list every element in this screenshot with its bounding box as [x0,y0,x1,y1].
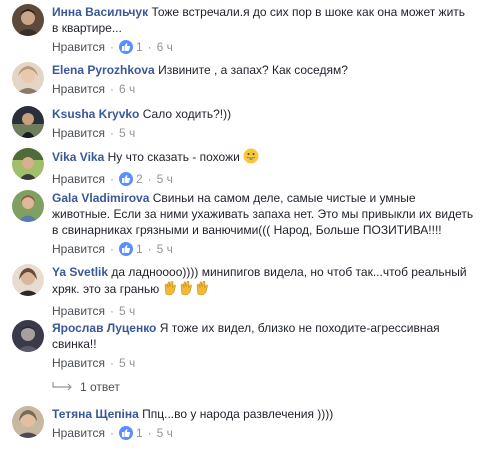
comment-author[interactable]: Тетяна Щепіна [52,407,139,421]
thumbs-up-icon[interactable] [118,172,133,186]
avatar[interactable] [12,190,44,222]
comment-time[interactable]: 6 ч [157,39,173,55]
reply-arrow-icon [52,382,72,391]
like-button[interactable]: Нравится [52,171,105,187]
like-count[interactable]: 1 [136,241,143,257]
comment-text: Я тоже их видел, близко не походите-агре… [159,321,440,335]
comment-actions: Нравится · 6 ч [52,81,481,97]
comment-actions: Нравится · 2 · 5 ч [52,171,481,187]
avatar[interactable] [12,4,44,36]
avatar-photo-icon [12,320,44,352]
avatar-photo-icon [12,62,44,94]
like-button[interactable]: Нравится [52,81,105,97]
comment-actions: Нравится · 1 · 6 ч [52,39,481,55]
avatar[interactable] [12,406,44,438]
comment-time[interactable]: 5 ч [119,303,135,319]
avatar[interactable] [12,264,44,296]
like-button[interactable]: Нравится [52,39,105,55]
avatar-photo-icon [12,148,44,180]
avatar-photo-icon [12,264,44,296]
clapping-hands-emoji-icon [163,280,211,300]
comment-time[interactable]: 5 ч [157,425,173,441]
avatar[interactable] [12,320,44,352]
comment-text: Ппц...во у народа развлечения )))) [142,407,334,421]
comment-author[interactable]: Elena Pyrozhkova [52,63,155,77]
avatar[interactable] [12,106,44,138]
comment-text: да ладноооо)))) минипигов видела, но что… [111,265,467,279]
comment-actions: Нравится · 1 · 5 ч [52,425,481,441]
comment-author[interactable]: Ksusha Kryvko [52,107,139,121]
separator: · [109,304,114,318]
comment-text: Сало ходить?!)) [142,107,232,121]
separator: · [109,172,114,186]
comment-author[interactable]: Инна Васильчук [52,5,148,19]
comment-text: Ну что сказать - похожи [107,150,240,164]
like-count[interactable]: 2 [136,171,143,187]
reply-count-label[interactable]: 1 ответ [80,380,120,394]
separator: · [109,82,114,96]
like-button[interactable]: Нравится [52,355,105,371]
separator: · [147,40,152,54]
avatar-photo-icon [12,4,44,36]
comment-text: Свиньи на самом деле, самые чистые и умн… [152,191,416,205]
comment-actions: Нравится · 5 ч [52,125,481,141]
thumbs-up-icon[interactable] [118,426,133,440]
comment-time[interactable]: 5 ч [157,241,173,257]
comment-author[interactable]: Gala Vladimirova [52,191,149,205]
comment-text: в свинарниках грязными и ванючими((( Нар… [52,223,442,237]
avatar-photo-icon [12,190,44,222]
separator: · [109,242,114,256]
separator: · [109,356,114,370]
comment-text: свинка!! [52,337,97,351]
separator: · [147,426,152,440]
comment-text: Тоже встречали.я до сих пор в шоке как о… [151,5,466,19]
separator: · [109,426,114,440]
like-button[interactable]: Нравится [52,241,105,257]
view-replies-link[interactable]: 1 ответ [52,380,120,394]
thumbs-up-icon[interactable] [118,40,133,54]
comment-time[interactable]: 5 ч [119,125,135,141]
comment-text: животные. Если за ними ухаживать запаха … [52,207,474,221]
separator: · [109,126,114,140]
comment-time[interactable]: 6 ч [119,81,135,97]
comments-list: Инна Васильчук Тоже встречали.я до сих п… [0,0,497,452]
separator: · [147,172,152,186]
avatar-photo-icon [12,106,44,138]
comment-text: Извините , а запах? Как соседям? [158,63,348,77]
like-button[interactable]: Нравится [52,303,105,319]
separator: · [147,242,152,256]
comment-author[interactable]: Ярослав Луценко [52,321,156,335]
comment-author[interactable]: Vika Vika [52,150,104,164]
comment-time[interactable]: 5 ч [119,355,135,371]
like-button[interactable]: Нравится [52,425,105,441]
comment-author[interactable]: Ya Svetlik [52,265,108,279]
avatar[interactable] [12,62,44,94]
comment-text: хряк. это за гранью [52,282,160,296]
comment-actions: Нравится · 1 · 5 ч [52,241,481,257]
thumbs-up-icon[interactable] [118,242,133,256]
comment-time[interactable]: 5 ч [157,171,173,187]
like-count[interactable]: 1 [136,39,143,55]
comment-actions: Нравится · 5 ч [52,303,481,319]
like-count[interactable]: 1 [136,425,143,441]
comment-actions: Нравится · 5 ч [52,355,481,371]
avatar-photo-icon [12,406,44,438]
grinning-emoji-icon [243,148,259,168]
separator: · [109,40,114,54]
avatar[interactable] [12,148,44,180]
like-button[interactable]: Нравится [52,125,105,141]
comment-text: в квартире... [52,21,122,35]
